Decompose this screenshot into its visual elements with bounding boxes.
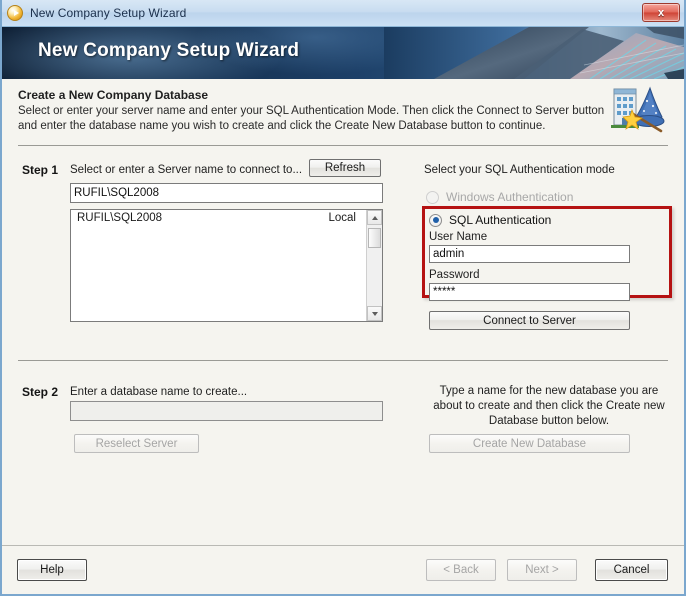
reselect-server-button[interactable]: Reselect Server xyxy=(74,434,199,453)
step1-instruction: Select or enter a Server name to connect… xyxy=(70,164,303,176)
password-input[interactable] xyxy=(429,283,630,301)
server-list-item-location: Local xyxy=(328,212,357,224)
page-description: Select or enter your server name and ent… xyxy=(18,105,605,132)
wizard-icon-art xyxy=(611,86,665,133)
title-bar: New Company Setup Wizard x xyxy=(0,0,686,27)
separator-top xyxy=(18,145,668,146)
page-title: Create a New Company Database xyxy=(18,88,209,102)
next-button[interactable]: Next > xyxy=(507,559,577,581)
app-play-circle-icon xyxy=(7,5,23,21)
server-name-input[interactable] xyxy=(70,183,383,203)
step1-label: Step 1 xyxy=(22,163,59,177)
refresh-button[interactable]: Refresh xyxy=(309,159,381,177)
create-new-database-button[interactable]: Create New Database xyxy=(429,434,630,453)
create-database-hint: Type a name for the new database you are… xyxy=(433,385,665,427)
help-button[interactable]: Help xyxy=(17,559,87,581)
server-list-item-name: RUFIL\SQL2008 xyxy=(77,212,163,224)
wizard-window: New Company Setup Wizard x New Company S… xyxy=(0,0,686,596)
windows-authentication-radio[interactable]: Windows Authentication xyxy=(426,190,573,204)
connect-to-server-button[interactable]: Connect to Server xyxy=(429,311,630,330)
windows-authentication-label: Windows Authentication xyxy=(446,190,574,204)
scroll-up-icon[interactable] xyxy=(367,210,382,225)
auth-heading: Select your SQL Authentication mode xyxy=(424,164,615,176)
server-list-scrollbar[interactable] xyxy=(366,210,382,321)
building-wizard-hat-icon xyxy=(606,84,666,136)
list-item[interactable]: RUFIL\SQL2008 Local xyxy=(71,210,382,226)
separator-middle xyxy=(18,360,668,361)
password-label: Password xyxy=(429,269,480,281)
back-button[interactable]: < Back xyxy=(426,559,496,581)
step2-label: Step 2 xyxy=(22,385,59,399)
banner-heading: New Company Setup Wizard xyxy=(38,40,300,61)
scroll-down-icon[interactable] xyxy=(367,306,382,321)
window-title: New Company Setup Wizard xyxy=(30,6,187,20)
user-name-label: User Name xyxy=(429,231,488,243)
radio-unchecked-icon xyxy=(426,190,439,204)
close-icon[interactable]: x xyxy=(642,3,680,22)
database-name-input[interactable] xyxy=(70,401,383,421)
footer-bar: Help < Back Next > Cancel xyxy=(2,545,684,594)
step2-instruction: Enter a database name to create... xyxy=(70,386,248,398)
server-list[interactable]: RUFIL\SQL2008 Local xyxy=(70,209,383,322)
sql-authentication-radio[interactable]: SQL Authentication xyxy=(429,213,551,227)
main-panel: Create a New Company Database Select or … xyxy=(2,79,684,545)
scrollbar-thumb[interactable] xyxy=(368,228,381,248)
building-photo-art xyxy=(384,27,684,79)
header-banner: New Company Setup Wizard xyxy=(2,27,684,79)
sql-authentication-label: SQL Authentication xyxy=(449,213,552,227)
cancel-button[interactable]: Cancel xyxy=(595,559,668,581)
building-photo xyxy=(384,27,684,79)
user-name-input[interactable] xyxy=(429,245,630,263)
radio-checked-icon xyxy=(429,213,442,227)
